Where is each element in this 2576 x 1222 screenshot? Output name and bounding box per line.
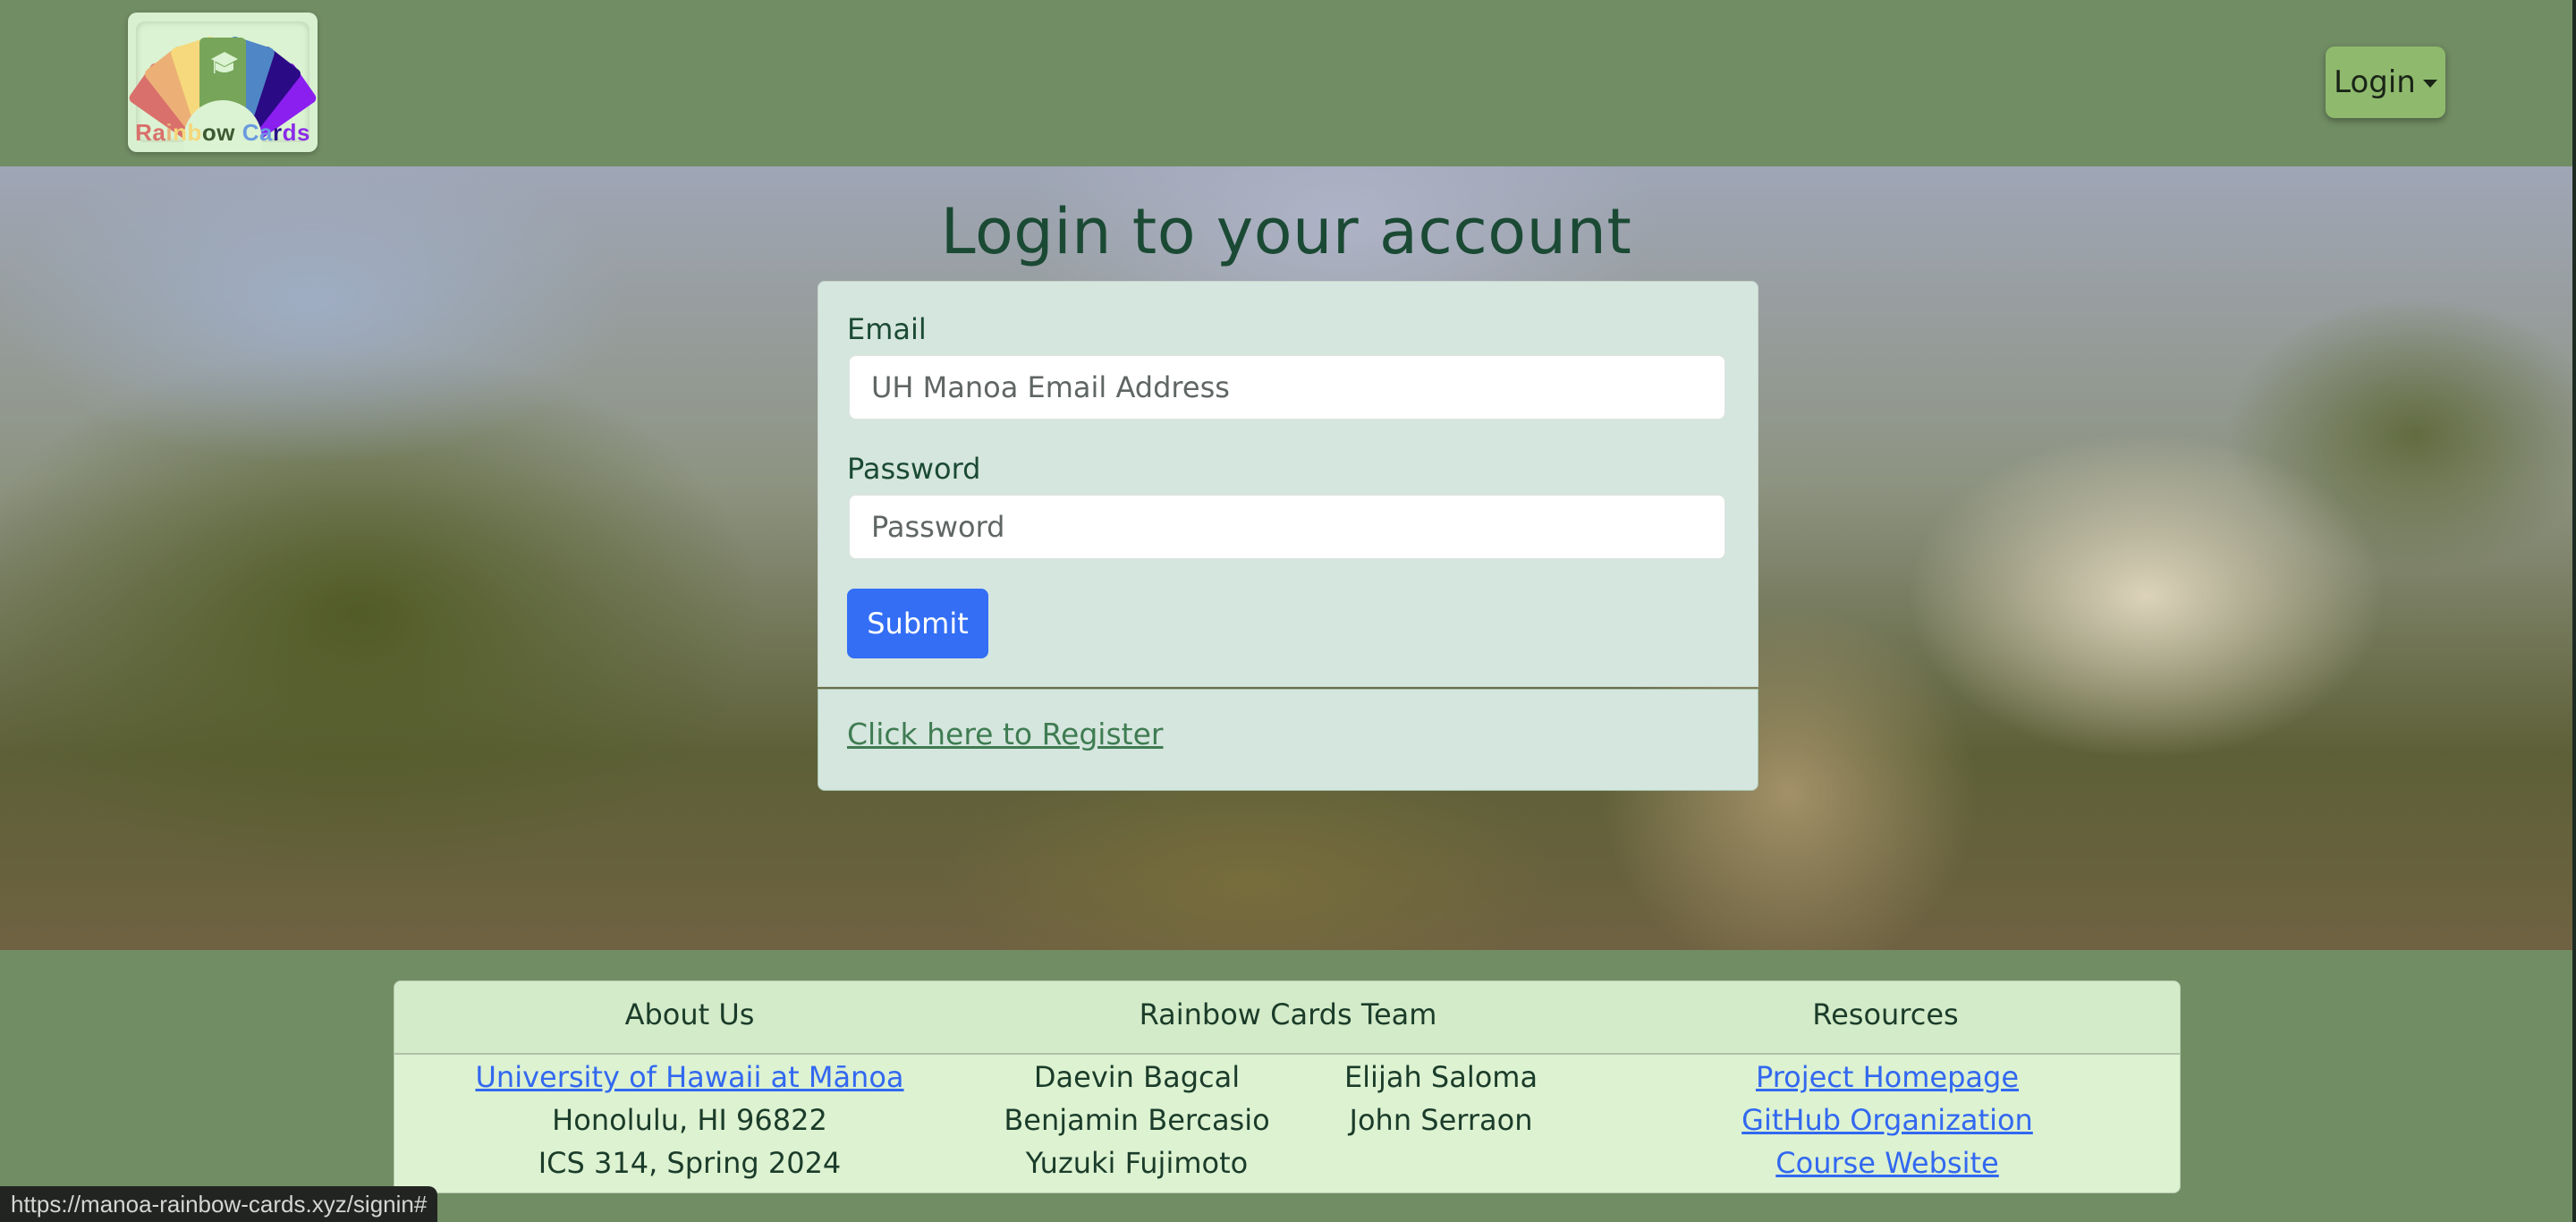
team-member: Daevin Bagcal bbox=[1033, 1060, 1241, 1094]
logo-letter: ow bbox=[201, 119, 242, 146]
course-website-link[interactable]: Course Website bbox=[1775, 1146, 1998, 1180]
uh-manoa-link[interactable]: University of Hawaii at Mānoa bbox=[475, 1060, 903, 1094]
register-link[interactable]: Click here to Register bbox=[847, 717, 1163, 751]
email-label: Email bbox=[847, 312, 927, 346]
logo-letter: b bbox=[187, 119, 202, 146]
project-homepage-link[interactable]: Project Homepage bbox=[1756, 1060, 2019, 1094]
caret-down-icon bbox=[2422, 79, 2437, 88]
login-dropdown-button[interactable]: Login bbox=[2326, 47, 2445, 118]
footer: About Us Rainbow Cards Team Resources Un… bbox=[394, 980, 2181, 1193]
footer-heading-team: Rainbow Cards Team bbox=[1139, 997, 1437, 1031]
register-card: Click here to Register bbox=[818, 689, 1758, 791]
footer-heading-resources: Resources bbox=[1812, 997, 1959, 1031]
email-input[interactable] bbox=[849, 355, 1725, 420]
signin-form-card: Email Password Submit bbox=[818, 281, 1758, 687]
rainbow-cards-logo[interactable]: Rainbow Cards bbox=[128, 13, 318, 152]
logo-letter: n bbox=[173, 119, 188, 146]
team-member: Benjamin Bercasio bbox=[1004, 1103, 1270, 1137]
team-member: John Serraon bbox=[1349, 1103, 1533, 1137]
window-edge bbox=[2572, 0, 2576, 1222]
logo-letter: r bbox=[272, 119, 283, 146]
submit-button[interactable]: Submit bbox=[847, 589, 988, 658]
password-input[interactable] bbox=[849, 495, 1725, 559]
page-title: Login to your account bbox=[940, 195, 1632, 268]
logo-letter: ds bbox=[282, 119, 310, 146]
logo-card-shape bbox=[199, 38, 246, 111]
password-label: Password bbox=[847, 452, 981, 486]
about-line: ICS 314, Spring 2024 bbox=[538, 1146, 842, 1180]
logo-letter: Ra bbox=[135, 119, 166, 146]
link-status-bar: https://manoa-rainbow-cards.xyz/signin# bbox=[0, 1186, 438, 1222]
logo-letter: i bbox=[165, 119, 174, 146]
navbar: Rainbow Cards Login bbox=[0, 0, 2572, 166]
team-member: Elijah Saloma bbox=[1343, 1060, 1538, 1094]
team-member: Yuzuki Fujimoto bbox=[1025, 1146, 1249, 1180]
footer-heading-about: About Us bbox=[624, 997, 755, 1031]
about-line: Honolulu, HI 96822 bbox=[552, 1103, 827, 1137]
logo-letter: C bbox=[242, 119, 259, 146]
logo-text: Rainbow Cards bbox=[128, 119, 318, 147]
logo-letter: a bbox=[258, 119, 273, 146]
github-organization-link[interactable]: GitHub Organization bbox=[1741, 1103, 2033, 1137]
login-dropdown-label: Login bbox=[2334, 64, 2416, 100]
